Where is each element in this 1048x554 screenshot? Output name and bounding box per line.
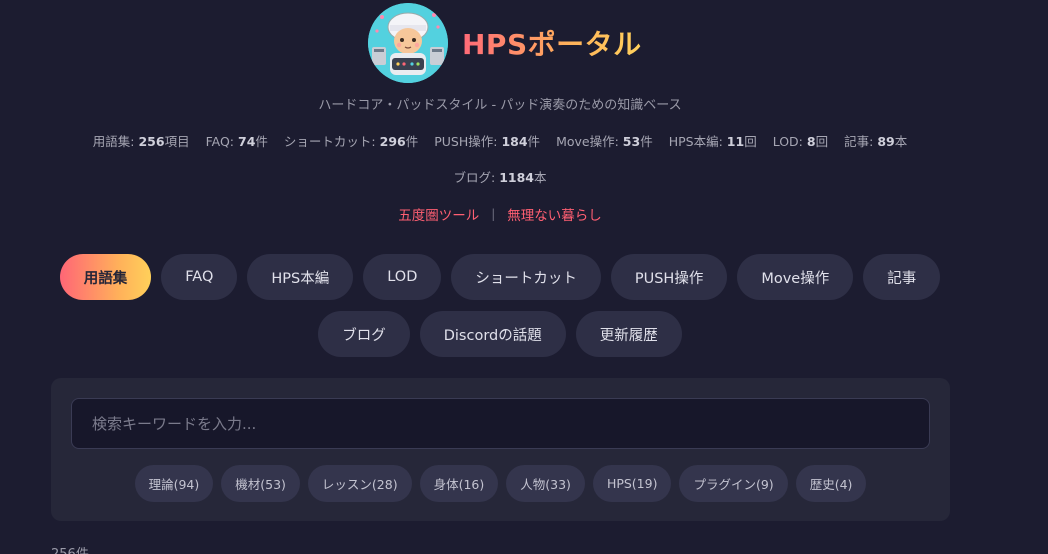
site-subtitle: ハードコア・パッドスタイル - パッド演奏のための知識ベース [318,98,682,113]
stat-blog: ブログ: 1184本 [453,170,547,185]
mascot-avatar-icon [368,3,448,83]
search-panel: 理論(94) 機材(53) レッスン(28) 身体(16) 人物(33) HPS… [51,378,950,521]
brand[interactable]: HPSポータル [368,3,642,83]
tab-glossary[interactable]: 用語集 [59,254,152,300]
tag-hps[interactable]: HPS(19) [592,465,672,502]
stat-move: Move操作: 53件 [556,134,653,149]
circle-of-fifths-link[interactable]: 五度圏ツール [398,204,479,224]
page: HPSポータル ハードコア・パッドスタイル - パッド演奏のための知識ベース 用… [0,0,1048,554]
lifestyle-link[interactable]: 無理ない暮らし [507,204,602,224]
tab-blog[interactable]: ブログ [318,311,410,357]
result-count: 256件 [51,543,89,554]
tag-theory[interactable]: 理論(94) [134,465,214,502]
nav-row-1: 用語集 FAQ HPS本編 LOD ショートカット PUSH操作 Move操作 … [0,254,1000,300]
tab-hps-main[interactable]: HPS本編 [247,254,354,300]
tag-body[interactable]: 身体(16) [419,465,499,502]
link-separator: | [491,207,496,221]
stat-faq: FAQ: 74件 [205,134,268,149]
external-links: 五度圏ツール | 無理ない暮らし [0,204,1000,224]
stat-glossary: 用語集: 256項目 [92,134,190,149]
stat-push: PUSH操作: 184件 [434,134,541,149]
category-tags: 理論(94) 機材(53) レッスン(28) 身体(16) 人物(33) HPS… [51,465,950,502]
nav-row-2: ブログ Discordの話題 更新履歴 [0,311,1000,357]
tab-changelog[interactable]: 更新履歴 [575,311,682,357]
tab-move[interactable]: Move操作 [737,254,854,300]
search-input[interactable] [71,398,930,449]
site-title[interactable]: HPSポータル [462,23,642,63]
tag-equipment[interactable]: 機材(53) [221,465,300,502]
stat-articles: 記事: 89本 [844,134,908,149]
tab-articles[interactable]: 記事 [863,254,941,300]
stat-hps: HPS本編: 11回 [668,134,757,149]
stat-shortcut: ショートカット: 296件 [283,134,419,149]
tab-faq[interactable]: FAQ [161,254,238,300]
tab-push[interactable]: PUSH操作 [610,254,728,300]
tag-plugin[interactable]: プラグイン(9) [679,465,788,502]
stat-lod: LOD: 8回 [772,134,829,149]
tag-people[interactable]: 人物(33) [506,465,585,502]
tab-discord-topics[interactable]: Discordの話題 [419,311,566,357]
tab-lod[interactable]: LOD [363,254,442,300]
stats-row-2: ブログ: 1184本 [0,167,1000,186]
tag-lesson[interactable]: レッスン(28) [307,465,412,502]
tag-history[interactable]: 歴史(4) [795,465,867,502]
stats-row: 用語集: 256項目 FAQ: 74件 ショートカット: 296件 PUSH操作… [0,131,1000,150]
tab-shortcut[interactable]: ショートカット [451,254,601,300]
